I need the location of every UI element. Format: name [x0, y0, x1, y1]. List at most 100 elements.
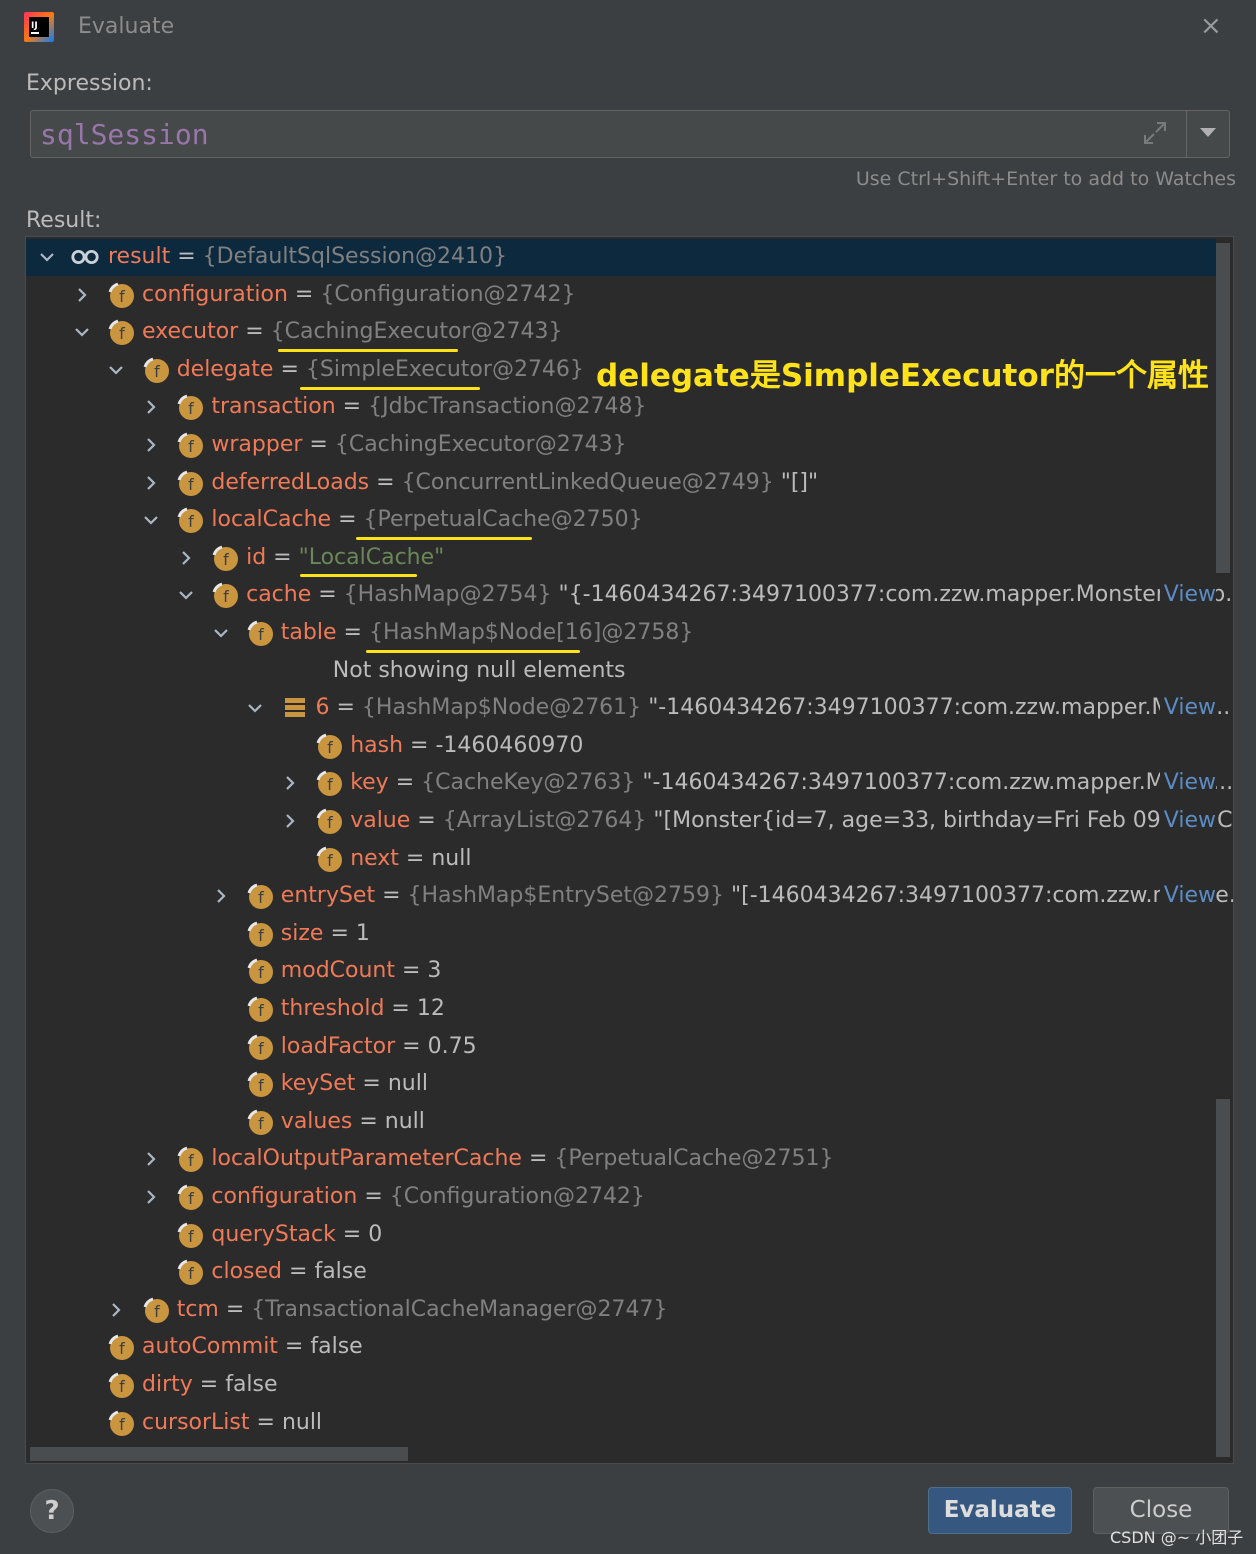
- field-icon: f: [108, 319, 134, 346]
- field-icon: f: [247, 921, 273, 947]
- expression-value[interactable]: sqlSession: [40, 118, 209, 151]
- chevron-right-icon[interactable]: [142, 1188, 160, 1206]
- view-link[interactable]: View: [1159, 806, 1216, 836]
- chevron-right-icon[interactable]: [107, 1301, 125, 1319]
- field-name: threshold: [280, 996, 385, 1021]
- tree-row-text: value = {ArrayList@2764} "[Monster{id=7,…: [350, 806, 1233, 836]
- tree-row[interactable]: f deferredLoads = {ConcurrentLinkedQueue@…: [26, 465, 1216, 502]
- tree-row[interactable]: f autoCommit = false: [26, 1329, 1216, 1366]
- tree-row[interactable]: Not showing null elements: [26, 653, 1216, 690]
- chevron-right-icon[interactable]: [142, 1150, 160, 1168]
- value-type: {SimpleExecutor@2746}: [305, 356, 584, 382]
- tree-row-text: hash = -1460460970: [350, 731, 1233, 761]
- view-link[interactable]: View: [1159, 693, 1216, 724]
- svg-text:f: f: [154, 1302, 160, 1321]
- help-button[interactable]: ?: [30, 1489, 74, 1533]
- chevron-right-icon[interactable]: [281, 812, 299, 830]
- svg-text:f: f: [119, 1415, 125, 1434]
- tree-row[interactable]: f entrySet = {HashMap$EntrySet@2759} "[-1…: [26, 878, 1233, 915]
- chevron-down-icon[interactable]: [38, 248, 56, 266]
- svg-text:f: f: [189, 1151, 195, 1170]
- tree-row[interactable]: f next = null: [26, 841, 1216, 878]
- result-tree[interactable]: result = {DefaultSqlSession@2410} f config…: [25, 236, 1234, 1464]
- tree-row[interactable]: f wrapper = {CachingExecutor@2743}: [26, 427, 1216, 464]
- field-value: "-1460434267:3497100377:com.zzw.mapper.M…: [648, 695, 1231, 721]
- tree-row[interactable]: f configuration = {Configuration@2742}: [26, 1179, 1216, 1216]
- chevron-right-icon[interactable]: [177, 549, 195, 567]
- tree-row-text: modCount = 3: [281, 956, 1233, 986]
- field-value: null: [431, 845, 472, 871]
- chevron-right-icon[interactable]: [281, 774, 299, 792]
- tree-row[interactable]: f modCount = 3: [26, 953, 1216, 990]
- equals-sign: =: [357, 1184, 390, 1209]
- evaluate-button[interactable]: Evaluate: [928, 1487, 1072, 1534]
- watches-hint: Use Ctrl+Shift+Enter to add to Watches: [855, 168, 1236, 190]
- equals-sign: =: [282, 1259, 315, 1285]
- tree-row[interactable]: f cache = {HashMap@2754} "{-1460434267:34…: [26, 577, 1233, 614]
- tree-row[interactable]: f closed = false: [26, 1254, 1216, 1291]
- tree-row[interactable]: f keySet = null: [26, 1066, 1216, 1103]
- tree-row[interactable]: f configuration = {Configuration@2742}: [26, 277, 1216, 314]
- svg-text:f: f: [327, 813, 333, 832]
- field-name: transaction: [211, 394, 336, 420]
- tree-row-text: transaction = {JdbcTransaction@2748}: [211, 392, 1233, 422]
- view-link[interactable]: View: [1159, 580, 1216, 611]
- field-icon: f: [316, 846, 343, 872]
- tree-row[interactable]: 6 = {HashMap$Node@2761} "-1460434267:349…: [26, 690, 1230, 727]
- tree-row[interactable]: f localCache = {PerpetualCache@2750}: [26, 502, 1216, 539]
- chevron-down-icon[interactable]: [177, 586, 195, 604]
- equals-sign: =: [375, 883, 408, 909]
- history-dropdown-button[interactable]: [1187, 111, 1229, 157]
- field-icon: f: [143, 357, 169, 383]
- tree-row[interactable]: f table = {HashMap$Node[16]@2758}: [26, 615, 1216, 652]
- field-name: localCache: [211, 507, 332, 533]
- svg-text:f: f: [258, 963, 264, 982]
- value-type: {ConcurrentLinkedQueue@2749}: [401, 469, 774, 495]
- chevron-down-icon[interactable]: [142, 511, 160, 529]
- field-name: loadFactor: [280, 1033, 396, 1059]
- horizontal-scrollbar-thumb[interactable]: [30, 1447, 408, 1461]
- info-text: Not showing null elements: [332, 657, 626, 683]
- tree-row[interactable]: f cursorList = null: [26, 1405, 1216, 1442]
- tree-row[interactable]: f dirty = false: [26, 1367, 1216, 1404]
- tree-row[interactable]: f value = {ArrayList@2764} "[Monster{id=7…: [26, 803, 1233, 840]
- field-icon: f: [212, 582, 239, 609]
- chevron-right-icon[interactable]: [142, 398, 160, 416]
- field-icon: f: [177, 394, 204, 421]
- tree-row[interactable]: result = {DefaultSqlSession@2410}: [26, 239, 1216, 276]
- tree-row[interactable]: f threshold = 12: [26, 991, 1216, 1028]
- chevron-down-icon[interactable]: [212, 624, 230, 642]
- expression-input[interactable]: sqlSession: [30, 110, 1230, 158]
- chevron-right-icon[interactable]: [73, 286, 91, 304]
- equals-sign: =: [302, 432, 335, 457]
- close-icon[interactable]: ×: [1200, 12, 1222, 40]
- tree-row[interactable]: f hash = -1460460970: [26, 728, 1216, 765]
- tree-row[interactable]: f queryStack = 0: [26, 1217, 1216, 1254]
- tree-row[interactable]: f tcm = {TransactionalCacheManager@2747}: [26, 1292, 1216, 1329]
- chevron-down-icon[interactable]: [107, 361, 125, 379]
- tree-row[interactable]: f id = "LocalCache": [26, 540, 1216, 577]
- tree-row-text: key = {CacheKey@2763} "-1460434267:34971…: [350, 768, 1233, 798]
- tree-row[interactable]: f loadFactor = 0.75: [26, 1029, 1216, 1066]
- tree-row[interactable]: f key = {CacheKey@2763} "-1460434267:3497…: [26, 765, 1233, 802]
- chevron-right-icon[interactable]: [142, 474, 160, 492]
- chevron-down-icon[interactable]: [73, 323, 91, 341]
- field-value: "[]": [780, 469, 819, 495]
- chevron-down-icon[interactable]: [246, 699, 264, 717]
- tree-row-text: autoCommit = false: [142, 1332, 1233, 1362]
- view-link[interactable]: View: [1159, 881, 1216, 912]
- tree-row[interactable]: f size = 1: [26, 916, 1216, 953]
- chevron-right-icon[interactable]: [212, 887, 230, 905]
- chevron-right-icon[interactable]: [142, 436, 160, 454]
- tree-row[interactable]: f executor = {CachingExecutor@2743}: [26, 314, 1216, 351]
- field-name: size: [280, 920, 324, 946]
- value-type: {DefaultSqlSession@2410}: [202, 244, 508, 269]
- equals-sign: =: [395, 958, 428, 984]
- view-link[interactable]: View: [1159, 768, 1216, 799]
- tree-row[interactable]: f values = null: [26, 1104, 1216, 1141]
- tree-row[interactable]: f localOutputParameterCache = {PerpetualC…: [26, 1141, 1216, 1178]
- field-icon: f: [316, 808, 343, 834]
- underline-perpetual-cache: [356, 537, 532, 540]
- field-name: executor: [142, 319, 239, 345]
- expand-icon[interactable]: [1141, 119, 1169, 147]
